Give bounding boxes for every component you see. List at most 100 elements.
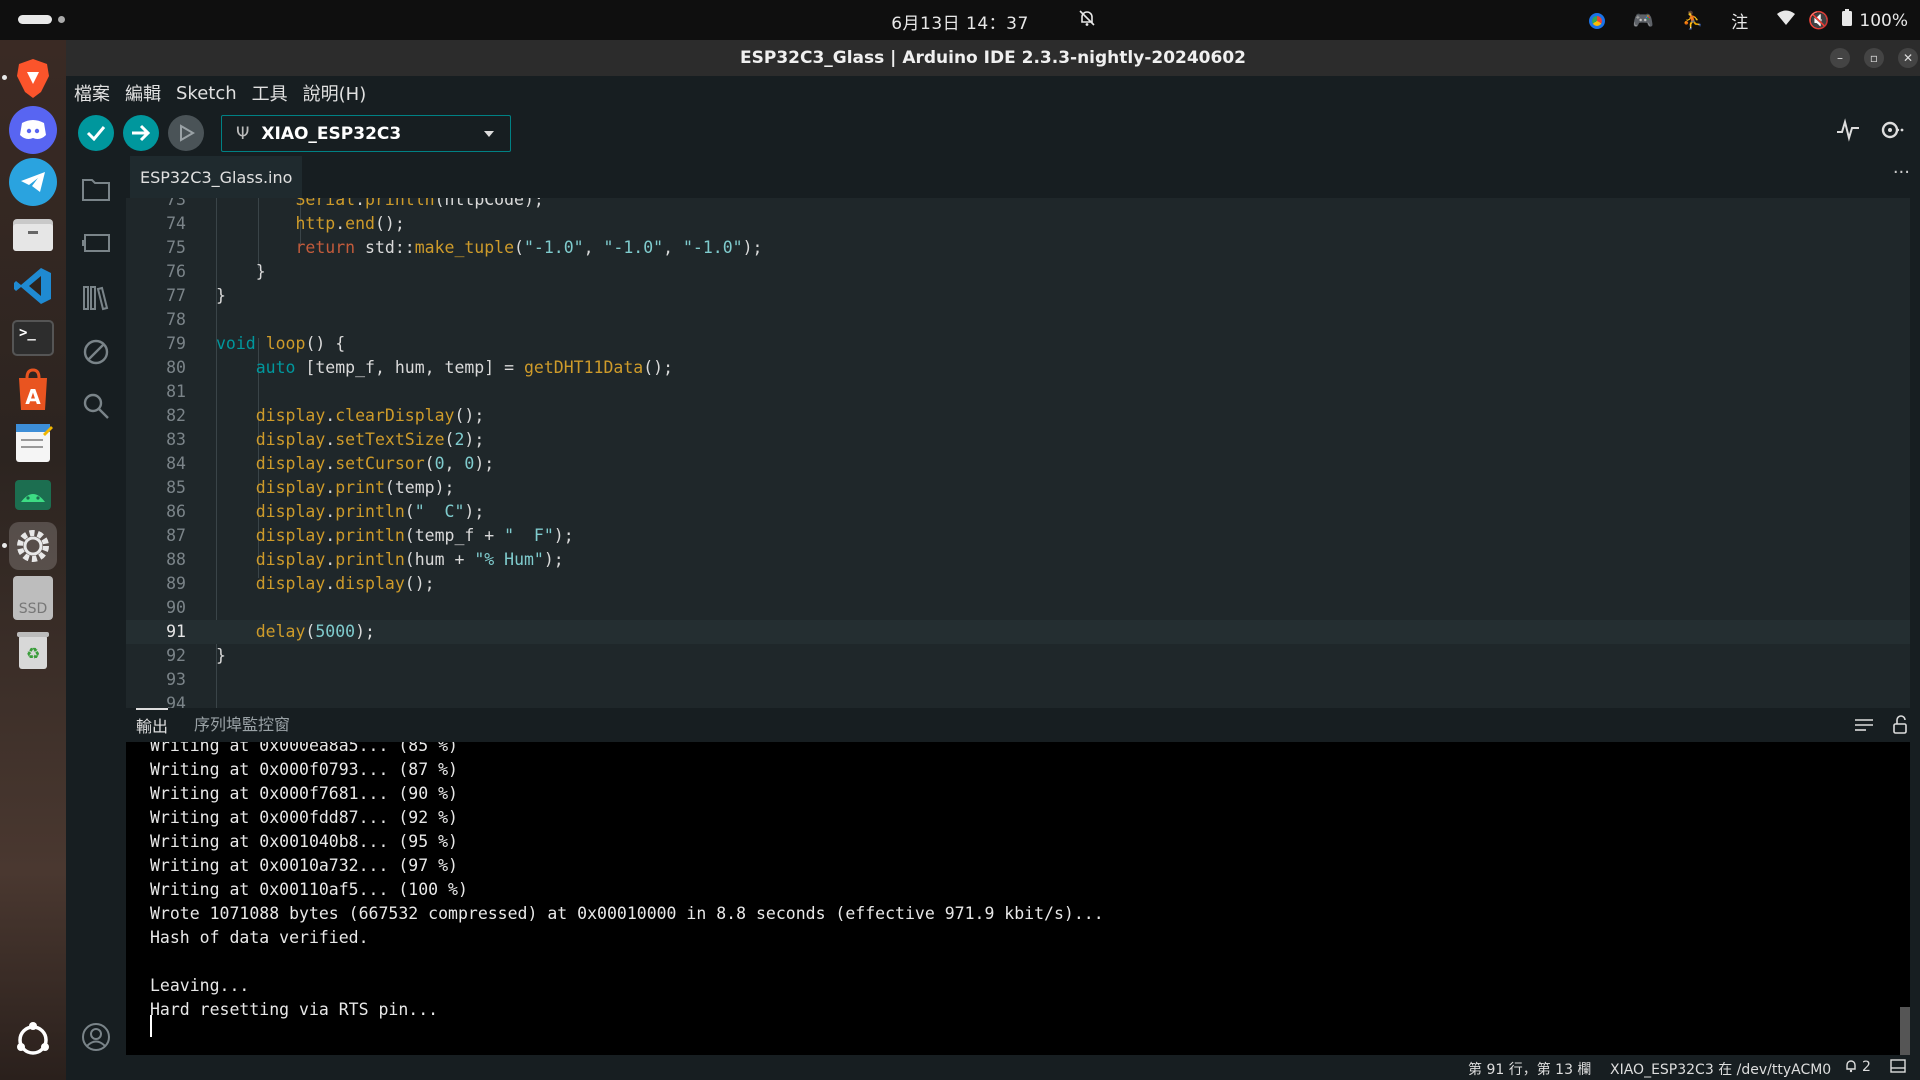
discord-tray-icon[interactable]: 🎮 (1633, 11, 1654, 31)
running-indicator (2, 75, 7, 80)
output-line: Writing at 0x000ea8a5... (85 %) (150, 742, 458, 755)
code-line: 88 display.println(hum + "% Hum"); (166, 550, 564, 569)
application-dock: >_ A SSD ♻ (0, 40, 66, 1080)
output-line: Hash of data verified. (150, 928, 369, 947)
sketchbook-folder-icon[interactable] (80, 176, 112, 208)
volume-muted-icon[interactable]: 🔇 (1808, 11, 1829, 31)
serial-monitor-icon[interactable] (1878, 118, 1906, 148)
text-editor-icon[interactable] (9, 418, 57, 466)
output-line: Hard resetting via RTS pin... (150, 1000, 439, 1019)
code-line: 85 display.print(temp); (166, 478, 455, 497)
code-line: 76 } (166, 262, 266, 281)
code-editor[interactable]: 73 Serial.println(httpCode); 74 http.end… (126, 198, 1910, 708)
boards-manager-icon[interactable] (80, 230, 112, 262)
menu-sketch[interactable]: Sketch (176, 83, 237, 104)
app-center-icon[interactable]: A (9, 366, 57, 414)
wifi-icon[interactable] (1776, 10, 1796, 31)
show-apps-icon[interactable] (9, 1016, 57, 1064)
text-cursor (150, 1015, 152, 1037)
notification-bell-icon[interactable] (1844, 1059, 1858, 1077)
trash-icon[interactable]: ♻ (9, 626, 57, 674)
editor-tab-bar: ESP32C3_Glass.ino ··· (126, 156, 1920, 198)
system-tray: 🎮 ⛹ 注 🔇 100% (1561, 8, 1908, 33)
upload-button[interactable] (123, 115, 159, 151)
code-line: 83 display.setTextSize(2); (166, 430, 485, 449)
code-line: 89 display.display(); (166, 574, 435, 593)
output-line: Writing at 0x00110af5... (100 %) (150, 880, 468, 899)
code-line: 74 http.end(); (166, 214, 405, 233)
menu-help[interactable]: 說明(H) (303, 80, 367, 106)
board-port-status[interactable]: XIAO_ESP32C3 在 /dev/ttyACM0 (1610, 1059, 1831, 1079)
library-manager-icon[interactable] (80, 284, 112, 316)
debug-button[interactable] (168, 115, 204, 151)
files-icon[interactable] (9, 210, 57, 258)
bell-off-icon[interactable] (1078, 9, 1096, 32)
discord-icon[interactable] (9, 106, 57, 154)
code-line: 77} (166, 286, 226, 305)
menu-file[interactable]: 檔案 (74, 80, 110, 106)
terminal-icon[interactable]: >_ (9, 314, 57, 362)
battery-percent: 100% (1859, 10, 1908, 31)
svg-text:♻: ♻ (26, 644, 40, 663)
debug-icon[interactable] (80, 338, 112, 370)
svg-text:A: A (25, 385, 41, 409)
serial-plotter-icon[interactable] (1836, 118, 1860, 148)
output-line: Writing at 0x000f0793... (87 %) (150, 760, 458, 779)
chevron-down-icon (484, 131, 494, 137)
board-selector[interactable]: Ψ XIAO_ESP32C3 (221, 115, 511, 152)
code-line: 86 display.println(" C"); (166, 502, 485, 521)
code-line: 87 display.println(temp_f + " F"); (166, 526, 574, 545)
activity-sidebar (66, 156, 126, 1080)
cursor-position[interactable]: 第 91 行，第 13 欄 (1468, 1059, 1591, 1079)
code-line: 79 void loop() { (166, 334, 346, 353)
maximize-button[interactable]: ▫ (1864, 48, 1884, 68)
vscode-icon[interactable] (9, 262, 57, 310)
tab-output[interactable]: 輸出 (136, 708, 169, 742)
output-line: Writing at 0x001040b8... (95 %) (150, 832, 458, 851)
verify-button[interactable] (78, 115, 114, 151)
menu-bar: 檔案 編輯 Sketch 工具 說明(H) (66, 76, 1920, 110)
toggle-panel-icon[interactable] (1890, 1059, 1906, 1077)
ssd-drive-icon[interactable]: SSD (9, 574, 57, 622)
code-line: 94 (166, 694, 186, 708)
code-line: 81 (166, 382, 186, 401)
window-title: ESP32C3_Glass | Arduino IDE 2.3.3-nightl… (740, 48, 1246, 68)
usb-icon: Ψ (236, 123, 250, 144)
menu-tools[interactable]: 工具 (252, 80, 288, 106)
output-scrollbar[interactable] (1900, 1007, 1910, 1055)
status-bar: 第 91 行，第 13 欄 XIAO_ESP32C3 在 /dev/ttyACM… (66, 1055, 1920, 1080)
tab-serial-monitor[interactable]: 序列埠監控窗 (194, 708, 290, 742)
output-line: Writing at 0x000f7681... (90 %) (150, 784, 458, 803)
accessibility-icon[interactable]: ⛹ (1682, 11, 1703, 31)
code-line: 75 return std::make_tuple("-1.0", "-1.0"… (166, 238, 763, 257)
lock-scroll-icon[interactable] (1892, 708, 1908, 742)
settings-icon[interactable] (9, 522, 57, 570)
output-line: Writing at 0x000fdd87... (92 %) (150, 808, 458, 827)
chrome-tray-icon[interactable] (1588, 12, 1605, 29)
account-icon[interactable] (80, 1022, 112, 1054)
android-studio-icon[interactable] (9, 470, 57, 518)
minimize-button[interactable]: – (1830, 48, 1850, 68)
telegram-icon[interactable] (9, 158, 57, 206)
code-line: 73 Serial.println(httpCode); (166, 198, 544, 209)
input-method-indicator[interactable]: 注 (1731, 8, 1748, 33)
output-console[interactable]: Writing at 0x000ea8a5... (85 %) Writing … (126, 742, 1910, 1055)
battery-icon[interactable] (1841, 9, 1853, 32)
output-line: Leaving... (150, 976, 250, 995)
brave-browser-icon[interactable] (9, 54, 57, 102)
menu-edit[interactable]: 編輯 (125, 80, 161, 106)
running-indicator (2, 543, 7, 548)
code-line: 78 (166, 310, 186, 329)
window-title-bar: ESP32C3_Glass | Arduino IDE 2.3.3-nightl… (66, 40, 1920, 76)
arduino-ide-window: ESP32C3_Glass | Arduino IDE 2.3.3-nightl… (66, 40, 1920, 1080)
notification-count: 2 (1862, 1059, 1871, 1075)
code-line: 90 (166, 598, 186, 617)
code-line: 93 (166, 670, 186, 689)
tab-esp32c3-glass[interactable]: ESP32C3_Glass.ino (130, 156, 303, 198)
clear-output-icon[interactable] (1854, 708, 1874, 742)
board-name: XIAO_ESP32C3 (261, 123, 402, 144)
more-options-icon[interactable]: ··· (1893, 162, 1910, 183)
close-button[interactable]: ✕ (1898, 48, 1918, 68)
search-icon[interactable] (80, 392, 112, 424)
bottom-panel-tabs: 輸出 序列埠監控窗 (126, 708, 1920, 742)
